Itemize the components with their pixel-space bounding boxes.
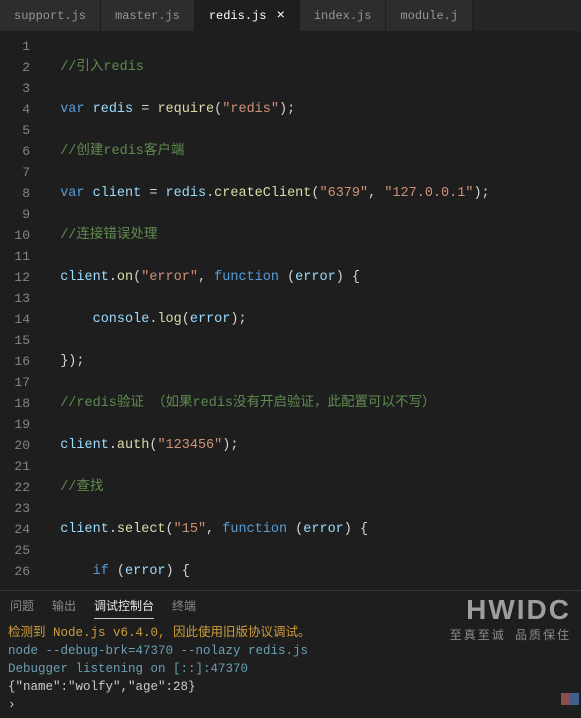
code-token: client bbox=[60, 522, 109, 537]
line-number: 3 bbox=[0, 78, 30, 99]
line-number: 2 bbox=[0, 57, 30, 78]
tab-bar: support.js master.js redis.js × index.js… bbox=[0, 0, 581, 32]
code-token: on bbox=[117, 270, 133, 285]
code-token: "123456" bbox=[157, 438, 222, 453]
tab-module[interactable]: module.j bbox=[386, 0, 473, 31]
panel-tab-bar: 问题 输出 调试控制台 终端 bbox=[0, 590, 581, 620]
code-comment: //查找 bbox=[60, 480, 103, 495]
tab-support[interactable]: support.js bbox=[0, 0, 101, 31]
code-token: client bbox=[60, 270, 109, 285]
line-number: 14 bbox=[0, 309, 30, 330]
code-token: createClient bbox=[214, 186, 311, 201]
console-line: 检测到 Node.js v6.4.0, 因此使用旧版协议调试。 bbox=[8, 624, 573, 642]
tab-label: master.js bbox=[115, 9, 180, 23]
line-number: 11 bbox=[0, 246, 30, 267]
tab-index[interactable]: index.js bbox=[300, 0, 387, 31]
panel-tab-output[interactable]: 输出 bbox=[52, 593, 76, 618]
line-number: 5 bbox=[0, 120, 30, 141]
code-token: "error" bbox=[141, 270, 198, 285]
code-token: function bbox=[214, 270, 279, 285]
tab-label: module.j bbox=[400, 9, 458, 23]
line-number: 12 bbox=[0, 267, 30, 288]
console-line: {"name":"wolfy","age":28} bbox=[8, 678, 573, 696]
code-token: "127.0.0.1" bbox=[384, 186, 473, 201]
line-number: 15 bbox=[0, 330, 30, 351]
line-number: 16 bbox=[0, 351, 30, 372]
line-gutter: 1 2 3 4 5 6 7 8 9 10 11 12 13 14 15 16 1… bbox=[0, 32, 44, 590]
code-token: console bbox=[93, 312, 150, 327]
line-number: 17 bbox=[0, 372, 30, 393]
code-token: "15" bbox=[174, 522, 206, 537]
code-token: var bbox=[60, 102, 84, 117]
code-token: "redis" bbox=[222, 102, 279, 117]
tab-redis[interactable]: redis.js × bbox=[195, 0, 300, 31]
panel-tab-terminal[interactable]: 终端 bbox=[172, 593, 196, 618]
code-area[interactable]: //引入redis var redis = require("redis"); … bbox=[44, 32, 581, 590]
line-number: 19 bbox=[0, 414, 30, 435]
code-token: client bbox=[93, 186, 142, 201]
code-token: require bbox=[157, 102, 214, 117]
corner-badge bbox=[561, 693, 579, 705]
code-token: var bbox=[60, 186, 84, 201]
code-token: error bbox=[125, 564, 166, 579]
code-token: redis bbox=[166, 186, 207, 201]
code-token: "6379" bbox=[320, 186, 369, 201]
code-comment: //创建redis客户端 bbox=[60, 144, 184, 159]
tab-label: redis.js bbox=[209, 9, 267, 23]
console-line: node --debug-brk=47370 --nolazy redis.js bbox=[8, 642, 573, 660]
panel-tab-problems[interactable]: 问题 bbox=[10, 593, 34, 618]
line-number: 6 bbox=[0, 141, 30, 162]
line-number: 22 bbox=[0, 477, 30, 498]
code-token: client bbox=[60, 438, 109, 453]
code-token: error bbox=[295, 270, 336, 285]
code-token: error bbox=[303, 522, 344, 537]
code-token: redis bbox=[93, 102, 134, 117]
code-editor[interactable]: 1 2 3 4 5 6 7 8 9 10 11 12 13 14 15 16 1… bbox=[0, 32, 581, 590]
code-comment: //引入redis bbox=[60, 60, 144, 75]
line-number: 9 bbox=[0, 204, 30, 225]
tab-label: index.js bbox=[314, 9, 372, 23]
code-comment: //redis验证 （如果redis没有开启验证，此配置可以不写） bbox=[60, 396, 435, 411]
panel-tab-debug-console[interactable]: 调试控制台 bbox=[94, 593, 154, 619]
code-token: error bbox=[190, 312, 231, 327]
line-number: 18 bbox=[0, 393, 30, 414]
code-comment: //连接错误处理 bbox=[60, 228, 157, 243]
line-number: 1 bbox=[0, 36, 30, 57]
tab-master[interactable]: master.js bbox=[101, 0, 195, 31]
line-number: 24 bbox=[0, 519, 30, 540]
code-token: function bbox=[222, 522, 287, 537]
line-number: 21 bbox=[0, 456, 30, 477]
console-prompt-icon: › bbox=[8, 696, 573, 714]
code-token: log bbox=[157, 312, 181, 327]
close-icon[interactable]: × bbox=[276, 9, 284, 23]
tab-label: support.js bbox=[14, 9, 86, 23]
line-number: 10 bbox=[0, 225, 30, 246]
console-line: Debugger listening on [::]:47370 bbox=[8, 660, 573, 678]
line-number: 13 bbox=[0, 288, 30, 309]
line-number: 25 bbox=[0, 540, 30, 561]
code-token: auth bbox=[117, 438, 149, 453]
line-number: 26 bbox=[0, 561, 30, 582]
line-number: 7 bbox=[0, 162, 30, 183]
code-token: select bbox=[117, 522, 166, 537]
line-number: 8 bbox=[0, 183, 30, 204]
line-number: 23 bbox=[0, 498, 30, 519]
line-number: 20 bbox=[0, 435, 30, 456]
line-number: 4 bbox=[0, 99, 30, 120]
code-token: if bbox=[93, 564, 109, 579]
debug-console[interactable]: 检测到 Node.js v6.4.0, 因此使用旧版协议调试。 node --d… bbox=[0, 620, 581, 718]
